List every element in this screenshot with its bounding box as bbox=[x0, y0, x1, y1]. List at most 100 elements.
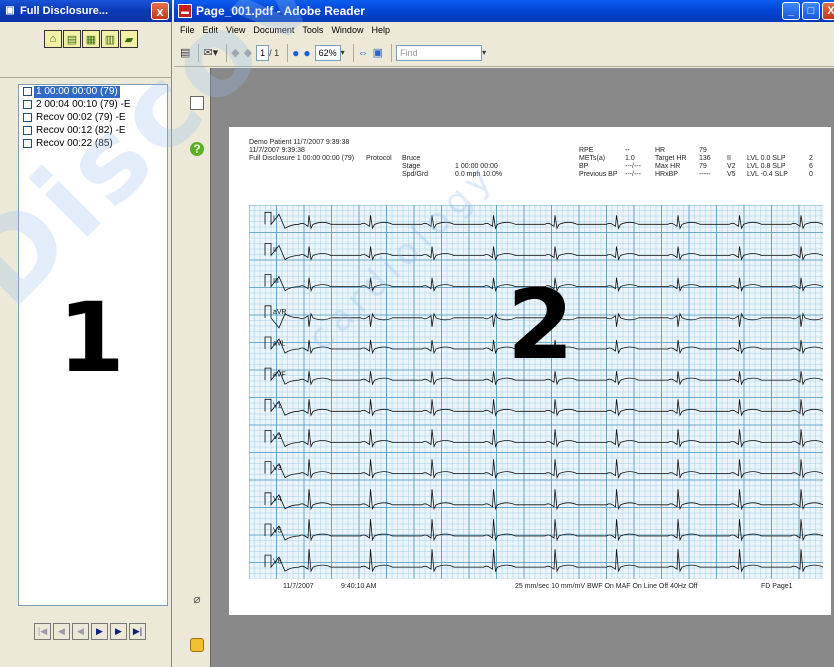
menu-document[interactable]: Document bbox=[253, 25, 294, 35]
menu-tools[interactable]: Tools bbox=[302, 25, 323, 35]
fit-page-icon[interactable]: ▣ bbox=[373, 43, 383, 63]
footer-page: FD Page1 bbox=[761, 583, 793, 590]
target-hr-label: Target HR bbox=[655, 155, 687, 162]
list-item[interactable]: 1 00:00 00:00 (79) bbox=[19, 85, 167, 98]
footer-date: 11/7/2007 bbox=[283, 583, 314, 590]
comments-icon[interactable] bbox=[190, 638, 204, 652]
stage-label: Stage bbox=[402, 163, 421, 170]
fit-width-icon[interactable]: ⇔ bbox=[358, 43, 369, 63]
rpe-label: RPE bbox=[579, 147, 594, 154]
first-record-button[interactable]: |◀ bbox=[34, 623, 51, 640]
next-page-button[interactable]: ▶ bbox=[110, 623, 127, 640]
panel-close-button[interactable]: x bbox=[151, 2, 169, 20]
menu-help[interactable]: Help bbox=[371, 25, 390, 35]
email-icon[interactable]: ✉▾ bbox=[203, 43, 218, 63]
next-page-arrow-icon[interactable]: ◆ bbox=[244, 43, 252, 63]
menu-edit[interactable]: Edit bbox=[203, 25, 219, 35]
print-icon[interactable]: ▤ bbox=[180, 43, 190, 63]
print-icon[interactable]: ▤ bbox=[63, 30, 81, 48]
previous-record-button[interactable]: ◀ bbox=[72, 623, 89, 640]
lead-label-iii: III bbox=[273, 278, 279, 285]
mets-label: METs(a) bbox=[579, 155, 606, 162]
previous-bp-label: Previous BP bbox=[579, 171, 618, 178]
next-record-button[interactable]: ▶ bbox=[91, 623, 108, 640]
checkbox[interactable] bbox=[23, 126, 32, 135]
st-lead-2: V2 bbox=[727, 163, 736, 170]
menu-view[interactable]: View bbox=[226, 25, 245, 35]
max-hr-value: 79 bbox=[699, 163, 707, 170]
panel-tools: ⌂ ▤ ▦ ▥ ▰ bbox=[44, 30, 138, 48]
st-slope-3: 0 bbox=[809, 171, 813, 178]
checkbox[interactable] bbox=[23, 113, 32, 122]
previous-bp-value: ---/--- bbox=[625, 171, 641, 178]
zoom-level-field[interactable]: 62% bbox=[314, 44, 341, 61]
list-item[interactable]: Recov 00:22 (85) bbox=[19, 137, 167, 150]
folder-icon[interactable]: ▰ bbox=[120, 30, 138, 48]
panel-title-bar: ▣ Full Disclosure... bbox=[0, 0, 172, 22]
lead-label-v6: V6 bbox=[273, 558, 282, 565]
record-navigation: |◀ ◀ ◀ ▶ ▶ ▶| bbox=[34, 623, 146, 640]
disclosure-line: Full Disclosure 1 00:00 00:00 (79) bbox=[249, 155, 355, 162]
help-icon[interactable]: ? bbox=[190, 142, 204, 156]
hrxbp-label: HRxBP bbox=[655, 171, 678, 178]
list-item[interactable]: Recov 00:02 (79) -E bbox=[19, 111, 167, 124]
save-icon[interactable]: ▥ bbox=[101, 30, 119, 48]
rpe-value: -- bbox=[625, 147, 630, 154]
hr-label: HR bbox=[655, 147, 666, 154]
zoom-in-icon[interactable]: ● bbox=[303, 43, 310, 63]
previous-page-arrow-icon[interactable]: ◆ bbox=[231, 43, 239, 63]
st-level-3: LVL -0.4 SLP bbox=[747, 171, 788, 178]
screen: ▣ Full Disclosure... x ⌂ ▤ ▦ ▥ ▰ 1 00:00… bbox=[0, 0, 834, 667]
find-dropdown-icon[interactable]: ▾ bbox=[482, 43, 486, 63]
maximize-button[interactable]: □ bbox=[802, 2, 820, 20]
stage-value: 1 00:00 00:00 bbox=[455, 163, 498, 170]
menu-file[interactable]: File bbox=[180, 25, 195, 35]
speed-grade-label: Spd/Grd bbox=[402, 171, 429, 178]
attachment-icon[interactable]: ⌀ bbox=[190, 592, 204, 606]
house-icon[interactable]: ⌂ bbox=[44, 30, 62, 48]
last-record-button[interactable]: ▶| bbox=[129, 623, 146, 640]
patient-line: Demo Patient 11/7/2007 9:39:38 bbox=[249, 139, 350, 146]
previous-page-button[interactable]: ◀ bbox=[53, 623, 70, 640]
screen-icon[interactable]: ▦ bbox=[82, 30, 100, 48]
footer-settings: 25 mm/sec 10 mm/mV BWF On MAF On Line Of… bbox=[515, 583, 698, 590]
target-hr-value: 136 bbox=[699, 155, 711, 162]
navigation-panel: ? ⌀ bbox=[174, 68, 210, 667]
zoom-out-icon[interactable]: ● bbox=[292, 43, 299, 63]
checkbox[interactable] bbox=[23, 100, 32, 109]
window-controls: _ □ X bbox=[782, 2, 834, 20]
page-total: / 1 bbox=[269, 47, 280, 58]
full-disclosure-panel: ▣ Full Disclosure... x ⌂ ▤ ▦ ▥ ▰ 1 00:00… bbox=[0, 0, 172, 667]
panel-title: Full Disclosure... bbox=[20, 5, 109, 17]
lead-label-v4: V4 bbox=[273, 496, 282, 503]
zoom-dropdown-icon[interactable]: ▾ bbox=[341, 43, 345, 63]
page-number-input[interactable]: 1 bbox=[256, 44, 270, 61]
lead-label-ii: II bbox=[273, 247, 277, 254]
hrxbp-value: ----- bbox=[699, 171, 711, 178]
st-level-1: LVL 0.0 SLP bbox=[747, 155, 786, 162]
checkbox[interactable] bbox=[23, 139, 32, 148]
st-slope-1: 2 bbox=[809, 155, 813, 162]
panel-app-icon: ▣ bbox=[5, 5, 15, 16]
minimize-button[interactable]: _ bbox=[782, 2, 800, 20]
pages-icon[interactable] bbox=[190, 96, 204, 110]
lead-label-v1: V1 bbox=[273, 403, 282, 410]
lead-label-avr: aVR bbox=[273, 309, 287, 316]
menu-window[interactable]: Window bbox=[331, 25, 363, 35]
menu-bar: File Edit View Document Tools Window Hel… bbox=[174, 22, 834, 38]
close-button[interactable]: X bbox=[822, 2, 834, 20]
lead-label-i: I bbox=[273, 216, 275, 223]
find-input[interactable]: Find bbox=[396, 44, 483, 61]
lead-label-v3: V3 bbox=[273, 465, 282, 472]
checkbox[interactable] bbox=[23, 87, 32, 96]
region-label-2: 2 bbox=[507, 269, 574, 381]
pdf-page: Demo Patient 11/7/2007 9:39:38 11/7/2007… bbox=[229, 127, 831, 615]
protocol-label: Protocol bbox=[366, 155, 392, 162]
mets-value: 1.0 bbox=[625, 155, 635, 162]
pdf-icon: ▬ bbox=[178, 4, 192, 18]
document-area[interactable]: Demo Patient 11/7/2007 9:39:38 11/7/2007… bbox=[210, 68, 834, 667]
bp-value: ---/--- bbox=[625, 163, 641, 170]
lead-label-avf: aVF bbox=[273, 371, 286, 378]
list-item[interactable]: Recov 00:12 (82) -E bbox=[19, 124, 167, 137]
list-item[interactable]: 2 00:04 00:10 (79) -E bbox=[19, 98, 167, 111]
